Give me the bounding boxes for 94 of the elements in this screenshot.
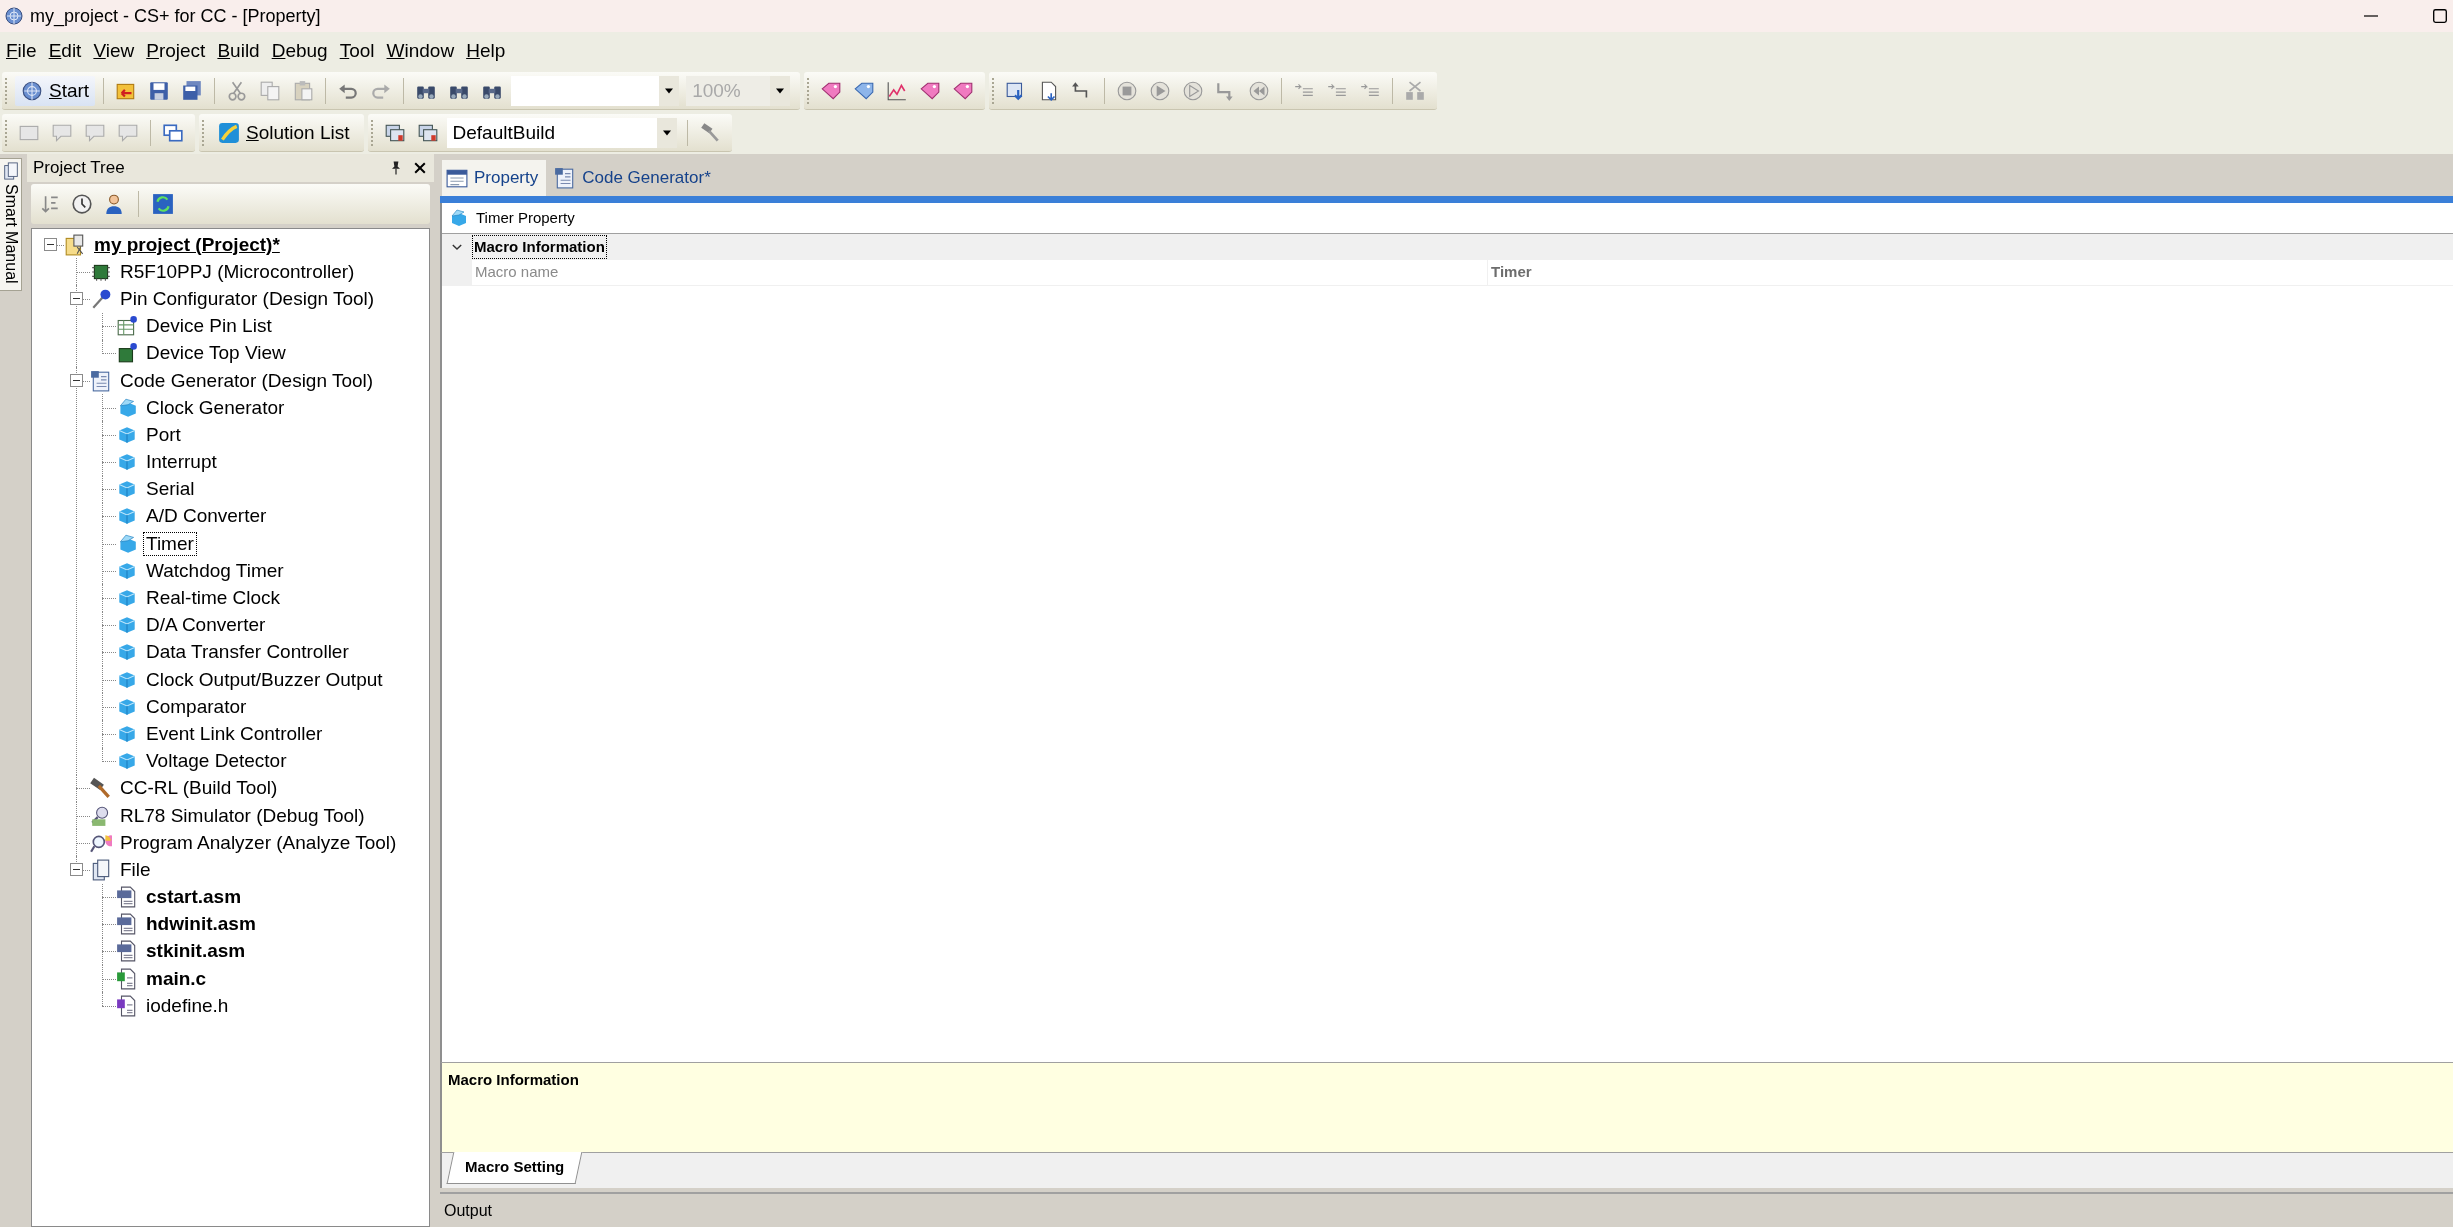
close-icon[interactable]: [412, 160, 428, 176]
description-title: Macro Information: [448, 1071, 579, 1088]
tree-item[interactable]: Data Transfer Controller: [143, 640, 352, 665]
tree-item[interactable]: A/D Converter: [143, 504, 270, 529]
file-icon: [116, 913, 138, 936]
file-icon: [116, 886, 138, 909]
tree-item[interactable]: CC-RL (Build Tool): [117, 776, 281, 801]
tree-item[interactable]: Comparator: [143, 694, 250, 719]
window-icon: [446, 167, 468, 189]
tree-item[interactable]: Code Generator (Design Tool): [117, 368, 377, 393]
collapse-icon[interactable]: [43, 238, 57, 252]
menu-item[interactable]: View: [87, 34, 141, 68]
chart-icon[interactable]: [886, 79, 909, 102]
menu-item[interactable]: Debug: [265, 34, 334, 68]
stop-icon[interactable]: [1116, 79, 1139, 102]
tree-item[interactable]: Program Analyzer (Analyze Tool): [117, 830, 400, 855]
file-icon: [116, 967, 138, 990]
clock-icon[interactable]: [71, 193, 93, 215]
tree-item[interactable]: stkinit.asm: [143, 939, 249, 964]
maximize-button[interactable]: [2431, 7, 2449, 25]
collapse-icon[interactable]: [69, 863, 83, 877]
build-mode-field[interactable]: DefaultBuild: [446, 117, 657, 148]
tree-item[interactable]: R5F10PPJ (Microcontroller): [117, 259, 358, 284]
globe-icon: [21, 79, 43, 102]
dropdown-button[interactable]: [656, 117, 677, 148]
tree-item[interactable]: Clock Generator: [143, 395, 288, 420]
dropdown-button[interactable]: [770, 75, 791, 106]
book-icon: [1, 162, 20, 180]
menu-item[interactable]: Tool: [333, 34, 381, 68]
output-title: Output: [444, 1200, 493, 1221]
table-icon: [116, 315, 138, 338]
tree-item[interactable]: my project (Project)*: [91, 232, 283, 257]
menu-item[interactable]: Help: [460, 34, 512, 68]
tree-item[interactable]: Port: [143, 422, 184, 447]
menu-item[interactable]: Project: [140, 34, 212, 68]
property-title: Timer Property: [476, 207, 575, 228]
dropdown-button[interactable]: [659, 75, 680, 106]
play-icon[interactable]: [1149, 79, 1172, 102]
cut-icon[interactable]: [226, 79, 249, 102]
person-icon[interactable]: [103, 193, 125, 215]
tree-item[interactable]: D/A Converter: [143, 613, 269, 638]
tree-item[interactable]: Event Link Controller: [143, 721, 326, 746]
save-all-icon[interactable]: [181, 79, 204, 102]
solution-icon: [218, 121, 240, 144]
window-title: my_project - CS+ for CC - [Property]: [30, 4, 322, 29]
menu-item[interactable]: Edit: [42, 34, 88, 68]
tree-item[interactable]: hdwinit.asm: [143, 912, 259, 937]
tree-item[interactable]: Device Top View: [143, 341, 289, 366]
tree-item[interactable]: Interrupt: [143, 450, 220, 475]
tree-item[interactable]: Clock Output/Buzzer Output: [143, 667, 386, 692]
menu-item[interactable]: File: [0, 34, 43, 68]
smart-manual-tab[interactable]: Smart Manual: [0, 158, 22, 291]
sheet-tab[interactable]: Macro Setting: [446, 1152, 583, 1184]
collapse-icon[interactable]: [69, 374, 83, 388]
rewind-icon[interactable]: [1248, 79, 1271, 102]
project-icon: [64, 233, 86, 256]
category-label[interactable]: Macro Information: [472, 234, 607, 260]
windows-icon[interactable]: [162, 121, 184, 144]
tree-item[interactable]: Watchdog Timer: [143, 558, 287, 583]
tree-item[interactable]: iodefine.h: [143, 993, 232, 1018]
panel-title: Project Tree: [33, 157, 126, 180]
folder-icon: [90, 858, 112, 881]
property-name: Macro name: [472, 260, 1487, 286]
tree-item[interactable]: Serial: [143, 477, 198, 502]
sort-icon[interactable]: [39, 193, 61, 215]
menu-item[interactable]: Window: [380, 34, 461, 68]
tree-item[interactable]: File: [117, 857, 154, 882]
tree-item[interactable]: cstart.asm: [143, 885, 245, 910]
search-field[interactable]: [511, 75, 660, 106]
start-button[interactable]: Start: [15, 75, 96, 106]
menu-item[interactable]: Build: [211, 34, 266, 68]
property-value[interactable]: Timer: [1487, 260, 2453, 286]
cube-icon: [448, 208, 468, 228]
file-icon: [116, 940, 138, 963]
tree-item[interactable]: Pin Configurator (Design Tool): [117, 286, 378, 311]
pin-icon: [90, 287, 112, 310]
document-icon: [90, 369, 112, 392]
save-icon[interactable]: [148, 79, 171, 102]
file-icon: [116, 994, 138, 1017]
chip-icon: [116, 342, 138, 365]
tree-item[interactable]: RL78 Simulator (Debug Tool): [117, 803, 368, 828]
tree-item[interactable]: main.c: [143, 966, 210, 991]
play-icon[interactable]: [1182, 79, 1205, 102]
hammer-icon: [90, 777, 112, 800]
tree-item[interactable]: Timer: [143, 531, 197, 556]
collapse-icon[interactable]: [69, 292, 83, 306]
editor-tab[interactable]: Code Generator*: [550, 160, 719, 196]
tree-item[interactable]: Real-time Clock: [143, 586, 284, 611]
editor-tab[interactable]: Property: [442, 160, 547, 196]
tree-item[interactable]: Device Pin List: [143, 314, 275, 339]
app-icon: [4, 6, 24, 26]
refresh-icon[interactable]: [152, 193, 174, 215]
build-tool-icon[interactable]: [698, 121, 721, 144]
tree-item[interactable]: Voltage Detector: [143, 749, 290, 774]
